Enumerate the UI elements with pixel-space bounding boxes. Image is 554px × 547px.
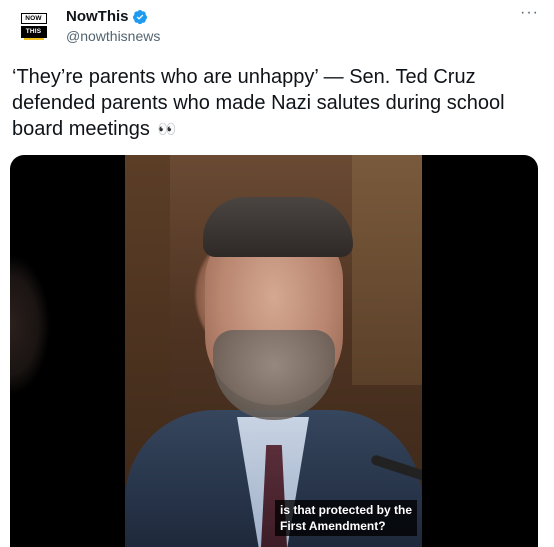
tweet-body: ‘They’re parents who are unhappy’ — Sen.…	[12, 66, 505, 140]
eyes-emoji: 👀	[157, 120, 177, 138]
background-person	[10, 215, 50, 547]
logo-this-text: THIS	[20, 26, 47, 39]
author-handle[interactable]: @nowthisnews	[66, 28, 160, 44]
tweet-video[interactable]: is that protected by the First Amendment…	[10, 155, 538, 547]
video-frame[interactable]: is that protected by the First Amendment…	[125, 155, 422, 547]
logo-now-text: NOW	[20, 12, 47, 24]
avatar[interactable]: NOW THIS	[19, 10, 48, 40]
speaker-hair	[203, 197, 353, 257]
speaker-beard	[213, 330, 335, 420]
verified-badge-icon	[132, 9, 148, 25]
author-name[interactable]: NowThis	[66, 8, 129, 25]
more-options-button[interactable]: ···	[520, 4, 539, 22]
tweet-text: ‘They’re parents who are unhappy’ — Sen.…	[12, 64, 542, 143]
video-caption: is that protected by the First Amendment…	[275, 500, 418, 536]
wood-panel-right	[352, 155, 422, 385]
tweet: NOW THIS NowThis @nowthisnews ··· ‘They’…	[0, 0, 554, 547]
author-name-row: NowThis	[66, 8, 148, 25]
